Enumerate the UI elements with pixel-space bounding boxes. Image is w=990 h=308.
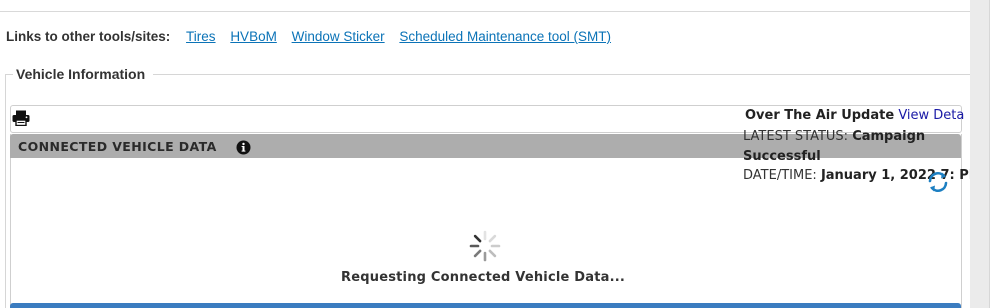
info-icon[interactable] — [236, 140, 251, 155]
top-divider — [0, 11, 970, 12]
fieldset-border — [5, 74, 13, 75]
links-label: Links to other tools/sites: — [6, 29, 171, 44]
refresh-icon[interactable] — [925, 169, 951, 195]
ota-title: Over The Air Update — [745, 108, 895, 123]
next-section-header — [10, 303, 961, 308]
ota-view-details-link[interactable]: View Deta — [898, 108, 964, 123]
ota-date-label: DATE/TIME: — [743, 168, 817, 183]
connected-vehicle-title: CONNECTED VEHICLE DATA — [18, 139, 217, 154]
fieldset-border — [153, 74, 970, 75]
page: Links to other tools/sites: Tires HVBoM … — [0, 0, 970, 308]
links-row: Links to other tools/sites: Tires HVBoM … — [6, 29, 611, 47]
scrollbar-track[interactable] — [970, 0, 990, 308]
link-window-sticker[interactable]: Window Sticker — [292, 29, 385, 44]
vehicle-info-legend: Vehicle Information — [16, 66, 146, 82]
ota-latest-status: LATEST STATUS: Campaign Successful — [743, 127, 970, 166]
fieldset-border — [5, 74, 6, 308]
link-hvbom[interactable]: HVBoM — [230, 29, 277, 44]
loading-spinner-icon — [468, 229, 502, 263]
loading-message: Requesting Connected Vehicle Data... — [341, 270, 626, 285]
link-smt[interactable]: Scheduled Maintenance tool (SMT) — [399, 29, 611, 44]
link-tires[interactable]: Tires — [186, 29, 216, 44]
ota-status-label: LATEST STATUS: — [743, 129, 849, 144]
printer-icon[interactable] — [12, 110, 30, 127]
